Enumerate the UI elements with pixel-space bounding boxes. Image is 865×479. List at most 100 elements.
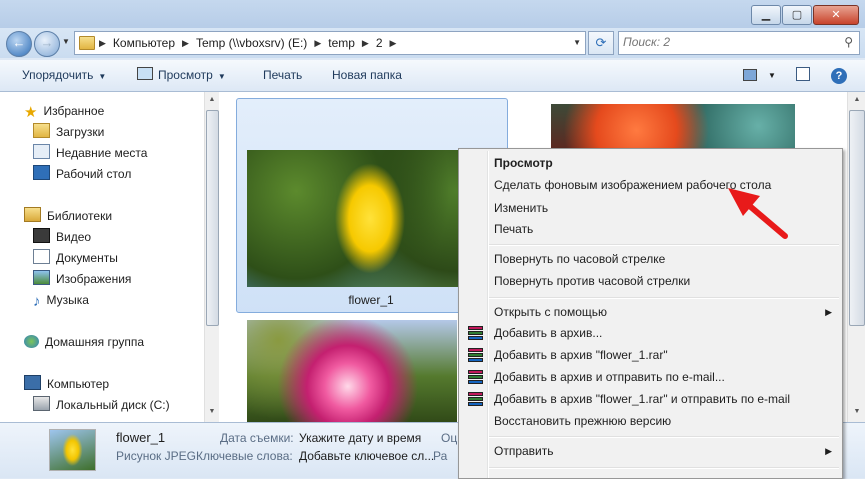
content-scrollbar[interactable]: ▲ ▼ [847, 92, 865, 422]
address-row: ← → ▼ ▶ Компьютер ▶ Temp (\\vboxsrv) (E:… [0, 28, 865, 58]
help-button[interactable]: ? [831, 68, 847, 84]
menu-item-label: Повернуть против часовой стрелки [494, 274, 691, 288]
scroll-down-icon[interactable]: ▼ [205, 404, 219, 420]
chevron-right-icon[interactable]: ▶ [390, 32, 397, 54]
maximize-button[interactable]: ▢ [782, 5, 812, 25]
nav-libraries[interactable]: Библиотеки [24, 206, 112, 226]
menu-item-rotate-clockwise[interactable]: Повернуть по часовой стрелке [461, 248, 840, 270]
menu-item-print[interactable]: Печать [461, 218, 840, 240]
hard-drive-icon [33, 396, 50, 411]
keywords-label: Ключевые слова: [196, 449, 293, 463]
refresh-button[interactable]: ⟳ [588, 31, 614, 55]
menu-item-send-to[interactable]: Отправить ▶ [461, 440, 840, 462]
submenu-arrow-icon: ▶ [825, 446, 832, 456]
back-button[interactable]: ← [6, 31, 32, 57]
nav-label: Видео [56, 230, 92, 244]
address-bar[interactable]: ▶ Компьютер ▶ Temp (\\vboxsrv) (E:) ▶ te… [74, 31, 586, 55]
menu-item-set-wallpaper[interactable]: Сделать фоновым изображением рабочего ст… [461, 174, 840, 196]
organize-button[interactable]: Упорядочить ▼ [22, 60, 106, 92]
rating-label-truncated: Оц [441, 431, 458, 445]
view-dropdown[interactable]: ▼ [762, 67, 782, 85]
size-label-truncated: Ра [433, 449, 448, 463]
menu-item-edit[interactable]: Изменить [461, 197, 840, 219]
chevron-right-icon[interactable]: ▶ [182, 32, 189, 54]
chevron-right-icon[interactable]: ▶ [362, 32, 369, 54]
preview-pane-button[interactable] [793, 67, 813, 85]
nav-downloads[interactable]: Загрузки [33, 122, 104, 142]
chevron-right-icon[interactable]: ▶ [99, 32, 106, 54]
scroll-up-icon[interactable]: ▲ [205, 92, 219, 108]
keywords-value[interactable]: Добавьте ключевое сл... [299, 448, 434, 464]
nav-images[interactable]: Изображения [33, 269, 131, 289]
view-options-button[interactable] [740, 67, 760, 85]
nav-label: Документы [56, 251, 118, 265]
forward-button[interactable]: → [34, 31, 60, 57]
recent-pages-dropdown[interactable]: ▼ [62, 37, 70, 46]
details-file-name: flower_1 [116, 430, 166, 445]
nav-video[interactable]: Видео [33, 227, 91, 247]
nav-local-disk[interactable]: Локальный диск (C:) [33, 395, 170, 415]
folder-icon [79, 36, 95, 50]
close-button[interactable]: ✕ [813, 5, 859, 25]
breadcrumb-drive[interactable]: Temp (\\vboxsrv) (E:) [196, 32, 307, 54]
forward-arrow-icon: → [40, 35, 54, 50]
details-thumbnail [49, 429, 96, 471]
nav-label: Рабочий стол [56, 167, 132, 181]
nav-scroll-thumb[interactable] [206, 110, 219, 326]
nav-favorites[interactable]: ★ Избранное [24, 101, 104, 121]
flower-1-thumbnail[interactable] [247, 150, 493, 287]
date-taken-value[interactable]: Укажите дату и время [299, 430, 421, 446]
nav-music[interactable]: ♪ Музыка [33, 290, 89, 310]
navigation-pane: ★ Избранное Загрузки Недавние места Рабоч… [0, 92, 219, 422]
nav-label: Компьютер [47, 377, 110, 391]
nav-computer[interactable]: Компьютер [24, 374, 109, 394]
menu-item-add-to-rar[interactable]: Добавить в архив "flower_1.rar" [461, 344, 840, 366]
details-file-type: Рисунок JPEG [116, 449, 196, 463]
nav-documents[interactable]: Документы [33, 248, 118, 268]
breadcrumb-2[interactable]: 2 [376, 32, 383, 54]
menu-item-add-and-email[interactable]: Добавить в архив и отправить по e-mail..… [461, 366, 840, 388]
search-box[interactable]: ⚲ [618, 31, 860, 55]
winrar-icon [468, 370, 483, 385]
minimize-button[interactable]: ▁ [751, 5, 781, 25]
flower-2-thumbnail[interactable] [551, 104, 795, 148]
breadcrumb-temp[interactable]: temp [328, 32, 355, 54]
print-button[interactable]: Печать [263, 60, 302, 91]
menu-item-rotate-counterclockwise[interactable]: Повернуть против часовой стрелки [461, 270, 840, 292]
preview-icon [137, 67, 153, 80]
chevron-down-icon: ▼ [98, 72, 107, 81]
nav-scrollbar[interactable]: ▲ ▼ [204, 92, 219, 422]
menu-separator [489, 467, 839, 469]
menu-item-preview[interactable]: Просмотр [461, 152, 840, 174]
scroll-up-icon[interactable]: ▲ [848, 92, 865, 108]
recent-places-icon [33, 144, 50, 159]
video-icon [33, 228, 50, 243]
content-scroll-thumb[interactable] [849, 110, 865, 326]
address-dropdown-icon[interactable]: ▼ [573, 32, 581, 54]
homegroup-icon [24, 335, 39, 348]
nav-homegroup[interactable]: Домашняя группа [24, 332, 144, 352]
star-icon: ★ [24, 104, 38, 121]
breadcrumb-computer[interactable]: Компьютер [113, 32, 175, 54]
command-bar: Упорядочить ▼ Просмотр ▼ Печать Новая папк… [0, 60, 865, 92]
menu-item-add-to-archive[interactable]: Добавить в архив... [461, 322, 840, 344]
menu-item-add-rar-and-email[interactable]: Добавить в архив "flower_1.rar" и отправ… [461, 388, 840, 410]
nav-desktop[interactable]: Рабочий стол [33, 164, 131, 184]
flower-3-thumbnail[interactable] [247, 320, 457, 422]
chevron-right-icon[interactable]: ▶ [314, 32, 321, 54]
menu-item-open-with[interactable]: Открыть с помощью ▶ [461, 301, 840, 323]
search-icon[interactable]: ⚲ [844, 35, 853, 49]
close-icon: ✕ [831, 9, 841, 21]
new-folder-button[interactable]: Новая папка [332, 60, 402, 91]
back-arrow-icon: ← [12, 35, 26, 50]
search-input[interactable] [619, 32, 827, 52]
libraries-icon [24, 207, 41, 222]
preview-label: Просмотр [158, 68, 213, 82]
nav-recent-places[interactable]: Недавние места [33, 143, 147, 163]
scroll-down-icon[interactable]: ▼ [848, 404, 865, 420]
preview-button[interactable]: Просмотр ▼ [137, 60, 226, 92]
menu-item-restore-previous-version[interactable]: Восстановить прежнюю версию [461, 410, 840, 432]
breadcrumb: ▶ Компьютер ▶ Temp (\\vboxsrv) (E:) ▶ te… [99, 32, 403, 54]
menu-item-label: Открыть с помощью [494, 305, 608, 319]
winrar-icon [468, 348, 483, 363]
